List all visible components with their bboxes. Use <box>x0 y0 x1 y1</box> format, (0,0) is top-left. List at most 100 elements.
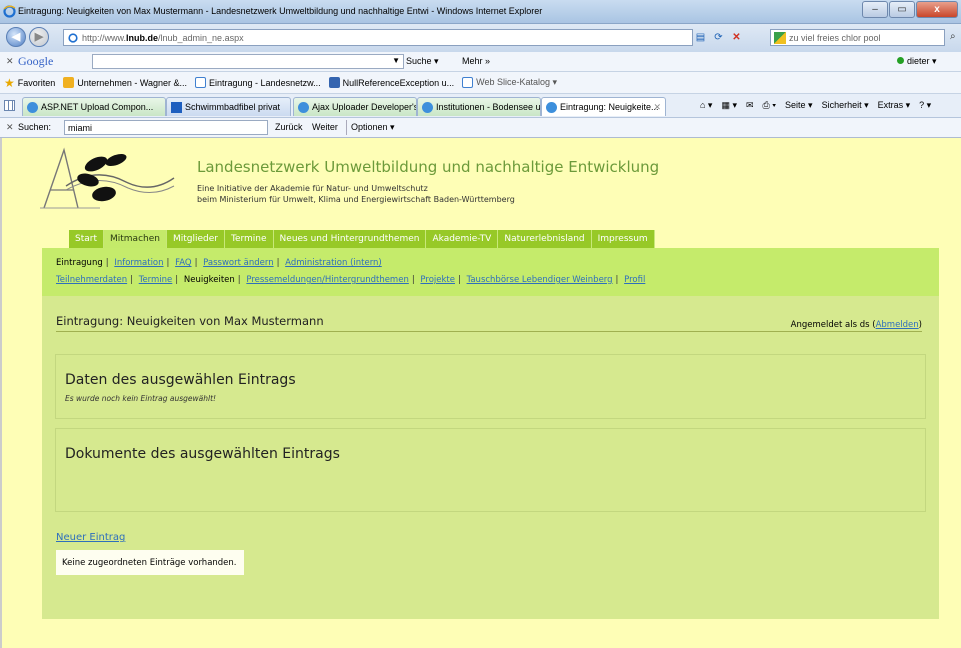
fav-item[interactable]: Web Slice-Katalog ▾ <box>462 77 557 88</box>
menu-start[interactable]: Start <box>69 230 104 249</box>
find-input[interactable]: miami <box>64 120 268 135</box>
entry-data-box: Daten des ausgewählen Eintrags Es wurde … <box>55 354 926 419</box>
back-button[interactable]: ◀ <box>6 27 26 47</box>
main-menu: Start Mitmachen Mitglieder Termine Neues… <box>69 230 655 249</box>
google-toolbar: ✕ Google ▼ Suche ▾ Mehr » dieter ▾ <box>0 52 961 72</box>
search-provider-icon <box>774 32 786 44</box>
tab-bar: ASP.NET Upload Compon... Schwimmbadfibel… <box>0 94 961 118</box>
menu-termine[interactable]: Termine <box>224 230 274 249</box>
browser-search-input[interactable]: zu viel freies chlor pool <box>770 29 945 46</box>
subnav-profil[interactable]: Profil <box>624 275 645 285</box>
tab[interactable]: ASP.NET Upload Compon... <box>22 97 166 116</box>
close-button[interactable]: x <box>916 1 958 18</box>
new-entry-link[interactable]: Neuer Eintrag <box>56 532 125 543</box>
google-search-button[interactable]: Suche ▾ <box>406 56 439 67</box>
empty-message: Keine zugeordneten Einträge vorhanden. <box>56 550 244 575</box>
subnav-passwort[interactable]: Passwort ändern <box>203 258 273 268</box>
tab[interactable]: Institutionen - Bodensee u... <box>417 97 541 116</box>
tab[interactable]: Schwimmbadfibel privat <box>166 97 291 116</box>
ie-icon <box>422 102 433 113</box>
entry-data-heading: Daten des ausgewählen Eintrags <box>65 372 296 388</box>
subnav-administration[interactable]: Administration (intern) <box>285 258 382 268</box>
google-more-button[interactable]: Mehr » <box>462 56 490 66</box>
tools-menu[interactable]: Extras ▾ <box>878 100 911 111</box>
fav-item[interactable]: Eintragung - Landesnetzw... <box>195 77 321 88</box>
ie-icon <box>3 5 16 18</box>
url-text: http://www.lnub.de/lnub_admin_ne.aspx <box>82 33 244 43</box>
menu-neues[interactable]: Neues und Hintergrundthemen <box>273 230 427 249</box>
compat-icon[interactable]: ▤ <box>693 29 708 46</box>
close-find-icon[interactable]: ✕ <box>6 122 14 133</box>
subnav-information[interactable]: Information <box>114 258 163 268</box>
entry-data-note: Es wurde noch kein Eintrag ausgewählt! <box>65 394 217 403</box>
subnav-termine[interactable]: Termine <box>139 275 173 285</box>
content-panel: Eintragung: Neuigkeiten von Max Musterma… <box>42 296 939 619</box>
subnav-neuigkeiten[interactable]: Neuigkeiten <box>184 275 235 285</box>
safety-menu[interactable]: Sicherheit ▾ <box>822 100 869 111</box>
url-input[interactable]: http://www.lnub.de/lnub_admin_ne.aspx <box>63 29 693 46</box>
star-icon: ★ <box>4 75 15 90</box>
ie-icon <box>298 102 309 113</box>
ie-icon <box>27 102 38 113</box>
menu-impressum[interactable]: Impressum <box>591 230 655 249</box>
sub-navigation: Eintragung | Information | FAQ | Passwort ä… <box>42 248 939 296</box>
refresh-icon[interactable]: ⟳ <box>711 29 726 46</box>
fav-item[interactable]: Unternehmen - Wagner &... <box>63 77 187 88</box>
menu-akademie-tv[interactable]: Akademie-TV <box>426 230 499 249</box>
print-icon[interactable]: ⎙ ▾ <box>763 100 776 111</box>
google-logo: Google <box>18 54 54 68</box>
menu-mitglieder[interactable]: Mitglieder <box>166 230 225 249</box>
page-viewport: Landesnetzwerk Umweltbildung und nachhal… <box>0 138 961 648</box>
entry-documents-box: Dokumente des ausgewählten Eintrags <box>55 428 926 512</box>
subnav-eintragung[interactable]: Eintragung <box>56 258 103 268</box>
tab-active[interactable]: Eintragung: Neuigkeite... ✕ <box>541 97 666 116</box>
google-search-input[interactable]: ▼ <box>92 54 404 69</box>
fav-item[interactable]: NullReferenceException u... <box>328 77 454 88</box>
subnav-pressemeldungen[interactable]: Pressemeldungen/Hintergrundthemen <box>246 275 408 285</box>
favorites-button[interactable]: ★ Favoriten <box>4 76 55 90</box>
find-bar: ✕ Suchen: miami Zurück Weiter Optionen ▾ <box>0 118 961 138</box>
search-icon[interactable]: ⌕ <box>950 31 956 42</box>
menu-naturerlebnisland[interactable]: Naturerlebnisland <box>498 230 592 249</box>
page-icon <box>68 33 78 43</box>
favicon-icon <box>63 77 75 88</box>
chevron-down-icon[interactable]: ▼ <box>392 56 400 65</box>
minimize-button[interactable]: – <box>862 1 888 18</box>
subnav-faq[interactable]: FAQ <box>175 258 191 268</box>
subnav-teilnehmerdaten[interactable]: Teilnehmerdaten <box>56 275 127 285</box>
close-tab-icon[interactable]: ✕ <box>653 98 661 116</box>
status-dot-icon <box>897 57 904 64</box>
msdn-icon <box>328 77 340 88</box>
close-toolbar-icon[interactable]: ✕ <box>6 56 14 67</box>
google-user-menu[interactable]: dieter ▾ <box>897 56 937 67</box>
page-menu[interactable]: Seite ▾ <box>785 100 813 111</box>
forward-button[interactable]: ▶ <box>29 27 49 47</box>
site-subtitle: Eine Initiative der Akademie für Natur- … <box>197 184 515 204</box>
command-bar: ⌂ ▾ ▦ ▾ ✉ ⎙ ▾ Seite ▾ Sicherheit ▾ Extra… <box>700 100 931 111</box>
favorites-bar: ★ Favoriten Unternehmen - Wagner &... Ein… <box>0 72 961 94</box>
entry-documents-heading: Dokumente des ausgewählten Eintrags <box>65 446 340 462</box>
stop-icon[interactable]: ✕ <box>729 29 744 46</box>
ie-page-icon <box>195 77 207 88</box>
maximize-button[interactable]: ▭ <box>889 1 915 18</box>
quick-tabs-icon[interactable] <box>4 100 15 111</box>
logout-link[interactable]: Abmelden <box>876 320 919 330</box>
feeds-icon[interactable]: ▦ ▾ <box>721 100 737 111</box>
subnav-projekte[interactable]: Projekte <box>420 275 455 285</box>
menu-mitmachen[interactable]: Mitmachen <box>104 230 167 249</box>
window-titlebar: Eintragung: Neuigkeiten von Max Musterma… <box>0 0 961 24</box>
ie-icon <box>546 102 557 113</box>
site-icon <box>171 102 182 113</box>
login-status: Angemeldet als ds (Abmelden) <box>790 320 922 330</box>
find-next-button[interactable]: Weiter <box>312 122 338 132</box>
help-icon[interactable]: ? ▾ <box>919 100 931 111</box>
site-logo[interactable] <box>36 146 176 214</box>
subnav-tauschboerse[interactable]: Tauschbörse Lebendiger Weinberg <box>467 275 613 285</box>
find-prev-button[interactable]: Zurück <box>275 122 303 132</box>
mail-icon[interactable]: ✉ <box>746 100 754 111</box>
site-title: Landesnetzwerk Umweltbildung und nachhal… <box>197 158 660 176</box>
home-icon[interactable]: ⌂ ▾ <box>700 100 712 111</box>
ie-page-icon <box>462 77 474 88</box>
find-options-button[interactable]: Optionen ▾ <box>346 120 399 135</box>
tab[interactable]: Ajax Uploader Developer's ... <box>293 97 417 116</box>
